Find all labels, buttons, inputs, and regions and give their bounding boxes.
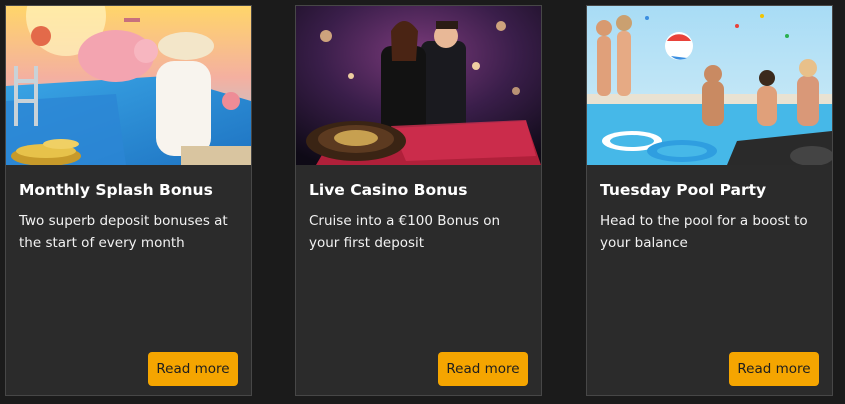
promotions-grid: Monthly Splash Bonus Two superb deposit …	[0, 0, 845, 404]
promo-card-tuesday-pool-party: Tuesday Pool Party Head to the pool for …	[586, 5, 833, 396]
pool-party-promo-image	[587, 6, 832, 165]
promo-description: Head to the pool for a boost to your bal…	[600, 213, 808, 251]
promo-title: Live Casino Bonus	[309, 181, 468, 199]
promo-title: Monthly Splash Bonus	[19, 181, 213, 199]
read-more-button[interactable]: Read more	[729, 352, 819, 386]
promo-card-monthly-splash: Monthly Splash Bonus Two superb deposit …	[5, 5, 252, 396]
promo-title: Tuesday Pool Party	[600, 181, 767, 199]
pool-piggy-bank-promo-image	[6, 6, 251, 165]
promo-description: Two superb deposit bonuses at the start …	[19, 213, 228, 251]
promo-card-live-casino: Live Casino Bonus Cruise into a €100 Bon…	[295, 5, 542, 396]
live-roulette-dealers-promo-image	[296, 6, 541, 165]
read-more-button[interactable]: Read more	[438, 352, 528, 386]
read-more-button[interactable]: Read more	[148, 352, 238, 386]
promo-description: Cruise into a €100 Bonus on your first d…	[309, 213, 501, 251]
